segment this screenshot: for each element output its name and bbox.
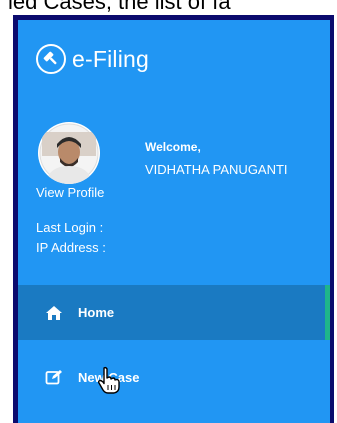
page-background-text-strip: led Cases, the list of fa: [0, 0, 337, 14]
avatar[interactable]: [38, 122, 100, 184]
brand-title: e-Filing: [72, 45, 150, 72]
ip-address-label: IP Address :: [36, 240, 106, 255]
user-name: VIDHATHA PANUGANTI: [145, 162, 288, 177]
hand-pointer-cursor: [96, 366, 122, 394]
background-text: led Cases, the list of fa: [8, 0, 231, 14]
last-login-label: Last Login :: [36, 220, 104, 235]
view-profile-link[interactable]: View Profile: [36, 185, 104, 200]
sidebar: e-Filing View Profile Welcome, VIDHATHA …: [18, 20, 330, 423]
gavel-icon: [36, 44, 66, 74]
brand-logo[interactable]: e-Filing: [36, 44, 149, 74]
sidebar-item-home[interactable]: Home: [18, 285, 330, 340]
sidebar-item-new-case[interactable]: New Case: [18, 352, 330, 402]
sidebar-item-label: Home: [78, 305, 115, 320]
welcome-label: Welcome,: [145, 140, 201, 154]
home-icon: [44, 304, 64, 322]
edit-icon: [44, 368, 64, 386]
